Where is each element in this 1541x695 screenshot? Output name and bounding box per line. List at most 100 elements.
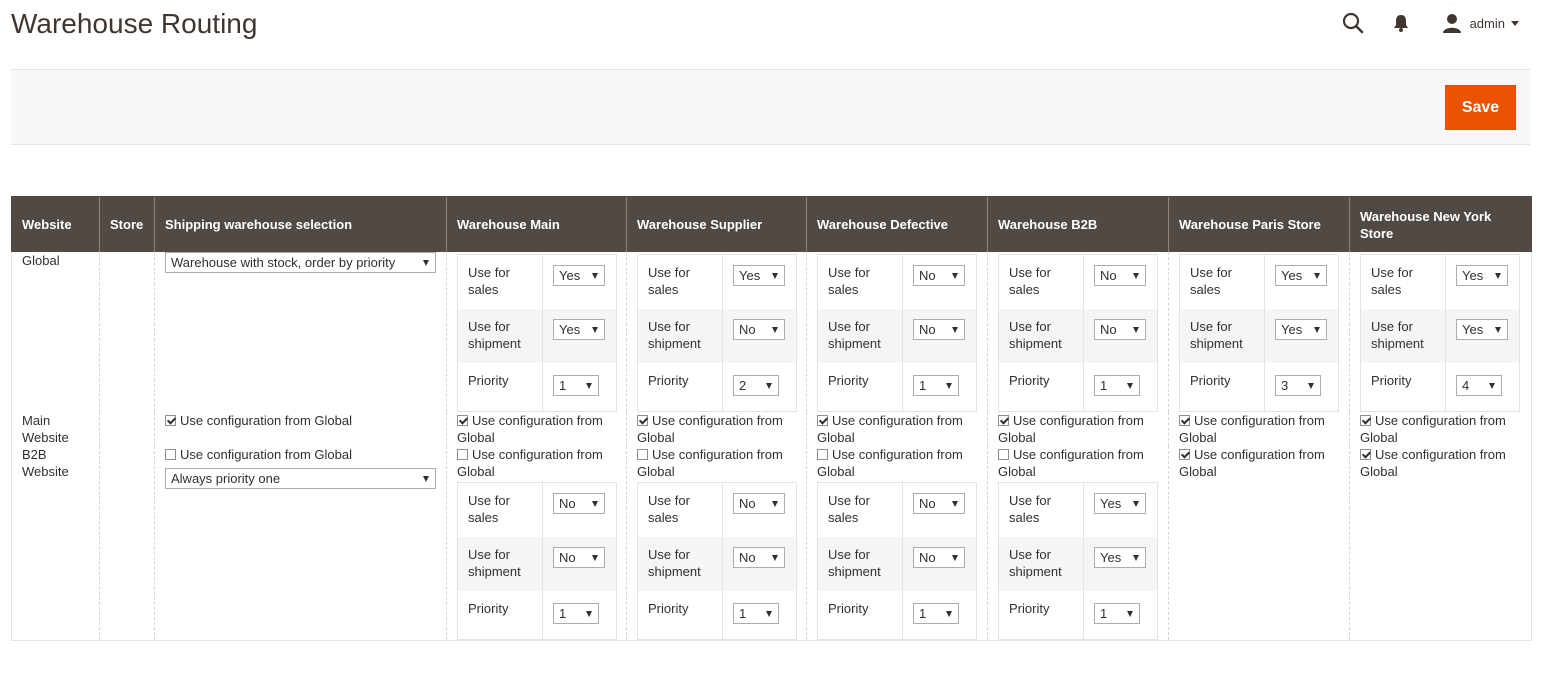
use-for-shipment-select[interactable]: No — [913, 547, 965, 568]
use-global-config[interactable]: Use configuration from Global — [637, 412, 796, 446]
use-for-sales-select[interactable]: Yes — [553, 265, 605, 286]
select-value: Yes — [1462, 322, 1484, 337]
save-button[interactable]: Save — [1445, 85, 1516, 130]
use-for-shipment-select[interactable]: Yes — [1094, 547, 1146, 568]
select-value: 4 — [1462, 378, 1470, 393]
priority-select[interactable]: 1 — [1094, 603, 1140, 624]
use-global-config[interactable]: Use configuration from Global — [457, 446, 616, 480]
warehouse-cell: Use configuration from Global — [1168, 446, 1350, 641]
use-for-sales-select[interactable]: Yes — [1456, 265, 1508, 286]
priority-select[interactable]: 1 — [1094, 375, 1140, 396]
priority-select[interactable]: 2 — [733, 375, 779, 396]
panel-row-value: Yes — [1084, 483, 1146, 537]
website-cell: Global — [11, 252, 100, 412]
use-for-shipment-select[interactable]: No — [1094, 319, 1146, 340]
shipping-selection-select[interactable]: Always priority one — [165, 468, 436, 489]
panel-row-label: Priority — [818, 363, 903, 411]
use-global-config[interactable]: Use configuration from Global — [637, 446, 796, 480]
chevron-down-icon — [592, 272, 598, 279]
column-header: Warehouse Paris Store — [1168, 196, 1350, 252]
use-global-label: Use configuration from Global — [1179, 413, 1325, 445]
select-value: Yes — [1100, 496, 1122, 511]
select-value: 1 — [559, 378, 567, 393]
use-global-checkbox[interactable] — [1179, 449, 1190, 460]
panel-row-label: Use for shipment — [1180, 309, 1265, 363]
column-header: Warehouse B2B — [987, 196, 1169, 252]
use-global-config[interactable]: Use configuration from Global — [1360, 446, 1521, 480]
priority-select[interactable]: 3 — [1275, 375, 1321, 396]
column-header: Warehouse Defective — [806, 196, 988, 252]
use-for-sales-select[interactable]: No — [1094, 265, 1146, 286]
use-global-checkbox[interactable] — [1360, 415, 1371, 426]
use-global-config[interactable]: Use configuration from Global — [165, 446, 436, 463]
panel-row-label: Use for shipment — [999, 537, 1084, 591]
warehouse-cell: Use configuration from Global Use for sal… — [987, 446, 1169, 641]
user-menu[interactable]: admin — [1442, 13, 1519, 33]
priority-select[interactable]: 1 — [553, 603, 599, 624]
panel-row: Use for sales Yes — [999, 483, 1157, 537]
use-global-config[interactable]: Use configuration from Global — [1360, 412, 1521, 446]
use-global-config[interactable]: Use configuration from Global — [165, 412, 436, 429]
shipping-selection-select[interactable]: Warehouse with stock, order by priority — [165, 252, 436, 273]
use-for-shipment-select[interactable]: Yes — [1456, 319, 1508, 340]
use-for-sales-select[interactable]: No — [913, 493, 965, 514]
use-for-sales-select[interactable]: Yes — [1275, 265, 1327, 286]
use-global-checkbox[interactable] — [998, 415, 1009, 426]
search-icon[interactable] — [1340, 10, 1366, 36]
warehouse-cell: Use for sales Yes Use for shipment Yes Prior… — [1349, 252, 1532, 412]
use-global-checkbox[interactable] — [817, 415, 828, 426]
use-global-checkbox[interactable] — [817, 449, 828, 460]
panel-row: Priority 1 — [638, 591, 796, 639]
use-global-label: Use configuration from Global — [180, 413, 352, 428]
use-global-label: Use configuration from Global — [457, 413, 603, 445]
priority-select[interactable]: 1 — [913, 375, 959, 396]
table-row: B2B Website Use configuration from Global… — [11, 446, 1532, 641]
use-global-config[interactable]: Use configuration from Global — [998, 446, 1158, 480]
panel-row-value: No — [723, 309, 785, 363]
bell-icon[interactable] — [1388, 10, 1414, 36]
priority-select[interactable]: 1 — [733, 603, 779, 624]
user-icon — [1442, 14, 1461, 33]
use-global-config[interactable]: Use configuration from Global — [1179, 446, 1339, 480]
use-global-checkbox[interactable] — [637, 415, 648, 426]
warehouse-cell: Use configuration from Global — [626, 412, 807, 446]
use-global-checkbox[interactable] — [165, 449, 176, 460]
warehouse-cell: Use configuration from Global — [1349, 446, 1532, 641]
use-global-checkbox[interactable] — [165, 415, 176, 426]
shipping-selection-cell: Use configuration from Global — [154, 412, 447, 446]
warehouse-cell: Use configuration from Global — [1349, 412, 1532, 446]
use-global-config[interactable]: Use configuration from Global — [1179, 412, 1339, 446]
use-for-sales-select[interactable]: No — [553, 493, 605, 514]
use-global-checkbox[interactable] — [637, 449, 648, 460]
use-global-checkbox[interactable] — [1360, 449, 1371, 460]
use-for-shipment-select[interactable]: No — [913, 319, 965, 340]
use-for-sales-select[interactable]: No — [733, 493, 785, 514]
use-global-checkbox[interactable] — [457, 415, 468, 426]
panel-row-value: 2 — [723, 363, 779, 411]
panel-row-label: Priority — [458, 363, 543, 411]
use-global-checkbox[interactable] — [457, 449, 468, 460]
use-global-config[interactable]: Use configuration from Global — [998, 412, 1158, 446]
use-for-shipment-select[interactable]: No — [733, 547, 785, 568]
use-for-shipment-select[interactable]: Yes — [553, 319, 605, 340]
select-value: 1 — [919, 378, 927, 393]
panel-row-value: Yes — [1446, 309, 1508, 363]
use-for-shipment-select[interactable]: Yes — [1275, 319, 1327, 340]
panel-row-label: Priority — [818, 591, 903, 639]
warehouse-cell: Use for sales No Use for shipment No Priorit… — [987, 252, 1169, 412]
priority-select[interactable]: 1 — [553, 375, 599, 396]
use-for-sales-select[interactable]: Yes — [1094, 493, 1146, 514]
use-global-config[interactable]: Use configuration from Global — [817, 412, 977, 446]
use-global-config[interactable]: Use configuration from Global — [817, 446, 977, 480]
use-for-shipment-select[interactable]: No — [733, 319, 785, 340]
priority-select[interactable]: 1 — [913, 603, 959, 624]
use-global-checkbox[interactable] — [1179, 415, 1190, 426]
use-global-checkbox[interactable] — [998, 449, 1009, 460]
priority-select[interactable]: 4 — [1456, 375, 1502, 396]
panel-row: Use for sales Yes — [1361, 255, 1519, 309]
use-for-sales-select[interactable]: Yes — [733, 265, 785, 286]
use-for-shipment-select[interactable]: No — [553, 547, 605, 568]
chevron-down-icon — [1127, 382, 1133, 389]
use-for-sales-select[interactable]: No — [913, 265, 965, 286]
use-global-config[interactable]: Use configuration from Global — [457, 412, 616, 446]
